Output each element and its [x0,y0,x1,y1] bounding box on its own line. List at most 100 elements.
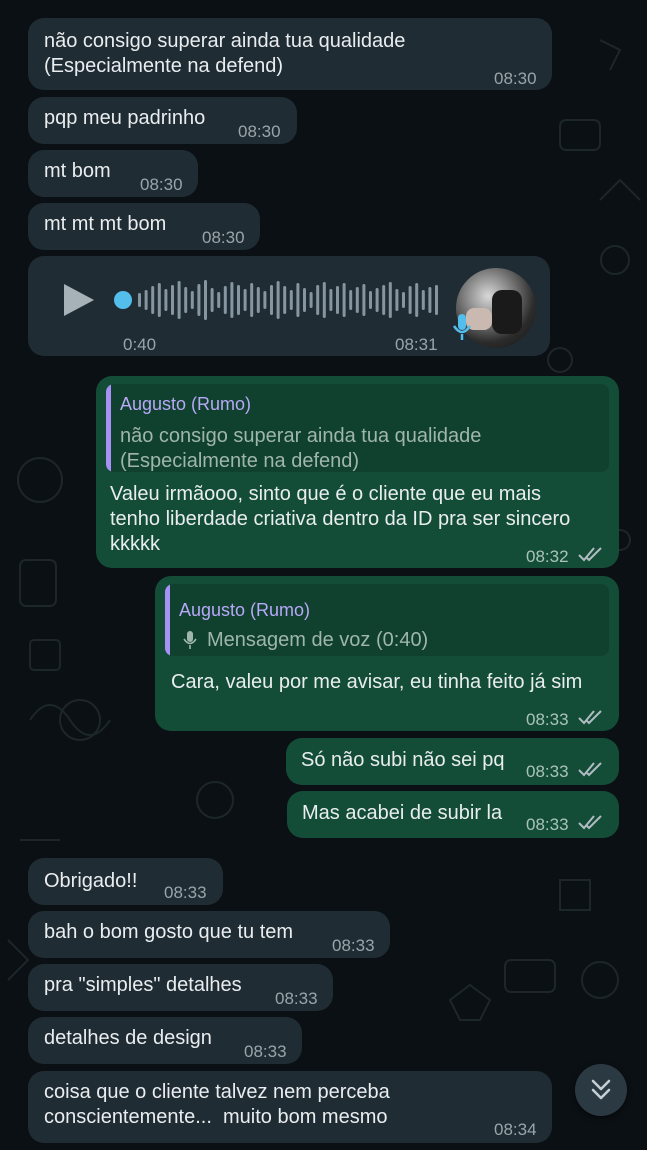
message-time: 08:30 [140,175,183,194]
message-time: 08:33 [244,1042,287,1061]
message-time: 08:30 [494,69,537,88]
waveform-bar [184,287,188,313]
waveform-bar [151,286,155,314]
message-text: Valeu irmãooo, sinto que é o cliente que… [110,483,571,555]
waveform-bar [362,284,366,316]
message-time: 08:30 [238,122,281,141]
read-ticks-icon [578,815,602,830]
waveform-bar [276,281,280,319]
mic-icon [183,631,197,649]
waveform-bar [256,287,260,313]
message-time: 08:31 [395,335,438,354]
message-bubble-outgoing[interactable]: Augusto (Rumo) não consigo superar ainda… [96,376,619,568]
quote-text: Mensagem de voz (0:40) [207,629,429,651]
waveform-bar [342,283,346,317]
message-text: pqp meu padrinho [44,107,206,129]
waveform-bar [296,283,300,317]
waveform-bar [164,289,168,311]
message-bubble-incoming[interactable]: coisa que o cliente talvez nem perceba c… [28,1071,552,1143]
message-bubble-outgoing[interactable]: Mas acabei de subir la 08:33 [287,791,619,838]
message-text: mt bom [44,160,111,182]
waveform-bar [375,288,379,312]
waveform-bar [382,285,386,315]
waveform-bar [435,285,438,315]
message-bubble-outgoing[interactable]: Augusto (Rumo) Mensagem de voz (0:40) Ca… [155,576,619,731]
message-bubble-incoming[interactable]: pra "simples" detalhes 08:33 [28,964,333,1011]
message-time: 08:33 [526,815,569,834]
waveform-bar [428,287,432,313]
waveform-bar [270,285,273,315]
quote-accent-bar [165,584,170,656]
waveform-bar [243,289,247,311]
message-bubble-outgoing[interactable]: Só não subi não sei pq 08:33 [286,738,619,785]
waveform-bar [289,290,293,310]
message-text: bah o bom gosto que tu tem [44,921,294,943]
message-time: 08:34 [494,1120,537,1139]
quoted-message[interactable]: Augusto (Rumo) Mensagem de voz (0:40) [165,584,609,656]
message-bubble-incoming[interactable]: mt bom 08:30 [28,150,198,197]
waveform-bar [322,282,326,318]
quoted-message[interactable]: Augusto (Rumo) não consigo superar ainda… [106,384,609,472]
waveform-bar [217,292,221,308]
waveform-bar [263,291,267,309]
message-bubble-incoming[interactable]: detalhes de design 08:33 [28,1017,302,1064]
message-text: Mas acabei de subir la [302,802,503,824]
waveform-bar [283,286,287,314]
message-time: 08:33 [275,989,318,1008]
message-bubble-incoming[interactable]: bah o bom gosto que tu tem 08:33 [28,911,390,958]
message-time: 08:32 [526,547,569,566]
message-text: pra "simples" detalhes [44,974,242,996]
waveform-bar [408,286,412,314]
waveform-bar [210,288,214,312]
message-time: 08:30 [202,228,245,247]
waveform-bar [223,286,227,314]
waveform-bar [230,282,234,318]
message-bubble-incoming[interactable]: pqp meu padrinho 08:30 [28,97,297,144]
voice-message-bubble[interactable]: 0:40 08:31 [28,256,550,356]
waveform-bar [138,293,141,307]
waveform-bar [349,290,353,310]
message-bubble-incoming[interactable]: não consigo superar ainda tua qualidade … [28,18,552,90]
waveform-bar [237,285,240,315]
waveform-bar [157,283,161,317]
scroll-to-bottom-button[interactable] [575,1064,627,1116]
quote-text: não consigo superar ainda tua qualidade … [120,425,482,472]
double-chevron-down-icon [591,1079,611,1100]
waveform-bar [355,287,359,313]
message-bubble-incoming[interactable]: mt mt mt bom 08:30 [28,203,260,250]
read-ticks-icon [578,710,602,725]
message-text: mt mt mt bom [44,213,167,235]
voice-waveform[interactable] [112,276,442,324]
message-text: detalhes de design [44,1027,212,1049]
waveform-bar [402,292,405,308]
waveform-bar [336,286,339,314]
message-text: coisa que o cliente talvez nem perceba c… [44,1081,390,1128]
read-ticks-icon [578,547,602,562]
waveform-bar [421,290,425,310]
waveform-bar [204,280,207,320]
quote-author: Augusto (Rumo) [179,600,311,620]
quote-accent-bar [106,384,111,472]
read-ticks-icon [578,762,602,777]
waveform-bar [415,283,419,317]
waveform-bar [329,289,333,311]
waveform-bar [395,289,399,311]
waveform-bar [144,290,148,310]
waveform-bar [197,284,201,316]
play-icon[interactable] [62,282,96,318]
waveform-bar [303,288,306,312]
quote-author: Augusto (Rumo) [120,394,252,414]
message-time: 08:33 [526,762,569,781]
message-text: Só não subi não sei pq [301,749,505,771]
waveform-bar [177,281,181,319]
message-bubble-incoming[interactable]: Obrigado!! 08:33 [28,858,223,905]
message-text: não consigo superar ainda tua qualidade … [44,30,406,77]
message-time: 08:33 [526,710,569,729]
waveform-bar [190,291,194,309]
waveform-bar [309,292,313,308]
mic-icon [452,314,472,340]
message-time: 08:33 [332,936,375,955]
message-text: Cara, valeu por me avisar, eu tinha feit… [171,671,583,693]
message-time: 08:33 [164,883,207,902]
waveform-bar [171,285,174,315]
